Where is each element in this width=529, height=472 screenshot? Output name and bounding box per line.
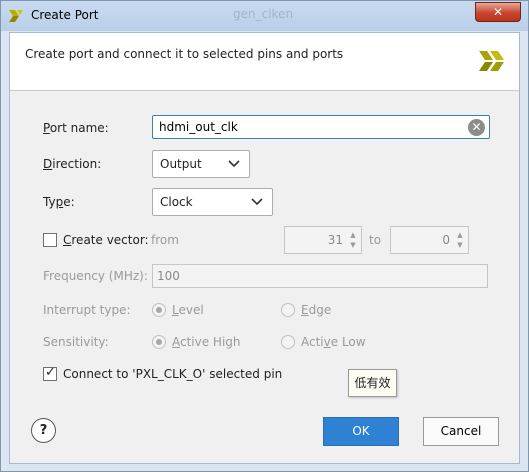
create-port-dialog: Create Port gen_clken ✕ Create port and … (0, 0, 529, 472)
vector-to-spinner[interactable]: 0 ▲ ▼ (390, 226, 469, 254)
direction-select[interactable]: Output (152, 150, 250, 178)
clear-icon[interactable]: ✕ (468, 119, 485, 136)
direction-value: Output (160, 157, 202, 171)
vivado-app-icon (9, 10, 23, 22)
type-label: Type: (43, 195, 75, 209)
frequency-label: Frequency (MHz): (43, 269, 148, 283)
help-icon: ? (39, 423, 48, 438)
dialog-body: Create port and connect it to selected p… (9, 32, 520, 464)
port-name-input[interactable] (157, 118, 457, 136)
interrupt-type-label: Interrupt type: (43, 303, 131, 317)
vector-to-label: to (369, 233, 382, 247)
type-select[interactable]: Clock (152, 188, 273, 216)
dialog-description: Create port and connect it to selected p… (25, 47, 344, 61)
frequency-field[interactable]: 100 (152, 264, 488, 288)
type-value: Clock (160, 195, 193, 209)
spinner-arrows-icon[interactable]: ▲ ▼ (348, 230, 358, 250)
sensitivity-active-low-label[interactable]: Active Low (301, 335, 366, 349)
checkmark-icon: ✓ (45, 365, 56, 380)
vector-to-value: 0 (442, 233, 450, 247)
window-title: Create Port (31, 8, 99, 22)
interrupt-edge-label[interactable]: Edge (301, 303, 331, 317)
sensitivity-active-high-radio[interactable] (152, 335, 166, 349)
vector-from-spinner[interactable]: 31 ▲ ▼ (284, 226, 362, 254)
interrupt-edge-radio[interactable] (281, 303, 295, 317)
title-bar[interactable]: Create Port gen_clken ✕ (1, 1, 528, 31)
sensitivity-label: Sensitivity: (43, 335, 109, 349)
chevron-down-icon (251, 198, 263, 206)
tooltip: 低有效 (348, 369, 397, 397)
vector-from-label: from (151, 233, 179, 247)
sensitivity-active-high-label[interactable]: Active High (172, 335, 241, 349)
close-button[interactable]: ✕ (475, 2, 521, 22)
port-name-field[interactable]: ✕ (152, 115, 490, 139)
create-vector-checkbox[interactable] (43, 233, 57, 247)
direction-label: Direction: (43, 157, 102, 171)
chevron-down-icon (228, 160, 240, 168)
cancel-button[interactable]: Cancel (423, 417, 499, 446)
frequency-value: 100 (157, 269, 180, 283)
ok-button[interactable]: OK (323, 417, 399, 446)
connect-label[interactable]: Connect to 'PXL_CLK_O' selected pin (63, 367, 282, 381)
sensitivity-active-low-radio[interactable] (281, 335, 295, 349)
background-window-text: gen_clken (233, 7, 294, 21)
vector-from-value: 31 (327, 233, 343, 247)
close-icon: ✕ (492, 5, 504, 19)
interrupt-level-label[interactable]: Level (172, 303, 204, 317)
dialog-header: Create port and connect it to selected p… (10, 33, 519, 91)
connect-checkbox[interactable]: ✓ (43, 365, 57, 381)
interrupt-level-radio[interactable] (152, 303, 166, 317)
help-button[interactable]: ? (31, 418, 56, 443)
vivado-logo-icon (479, 51, 504, 71)
create-vector-label[interactable]: Create vector: (63, 233, 149, 247)
spinner-arrows-icon[interactable]: ▲ ▼ (455, 230, 465, 250)
port-name-label: Port name: (43, 121, 109, 135)
